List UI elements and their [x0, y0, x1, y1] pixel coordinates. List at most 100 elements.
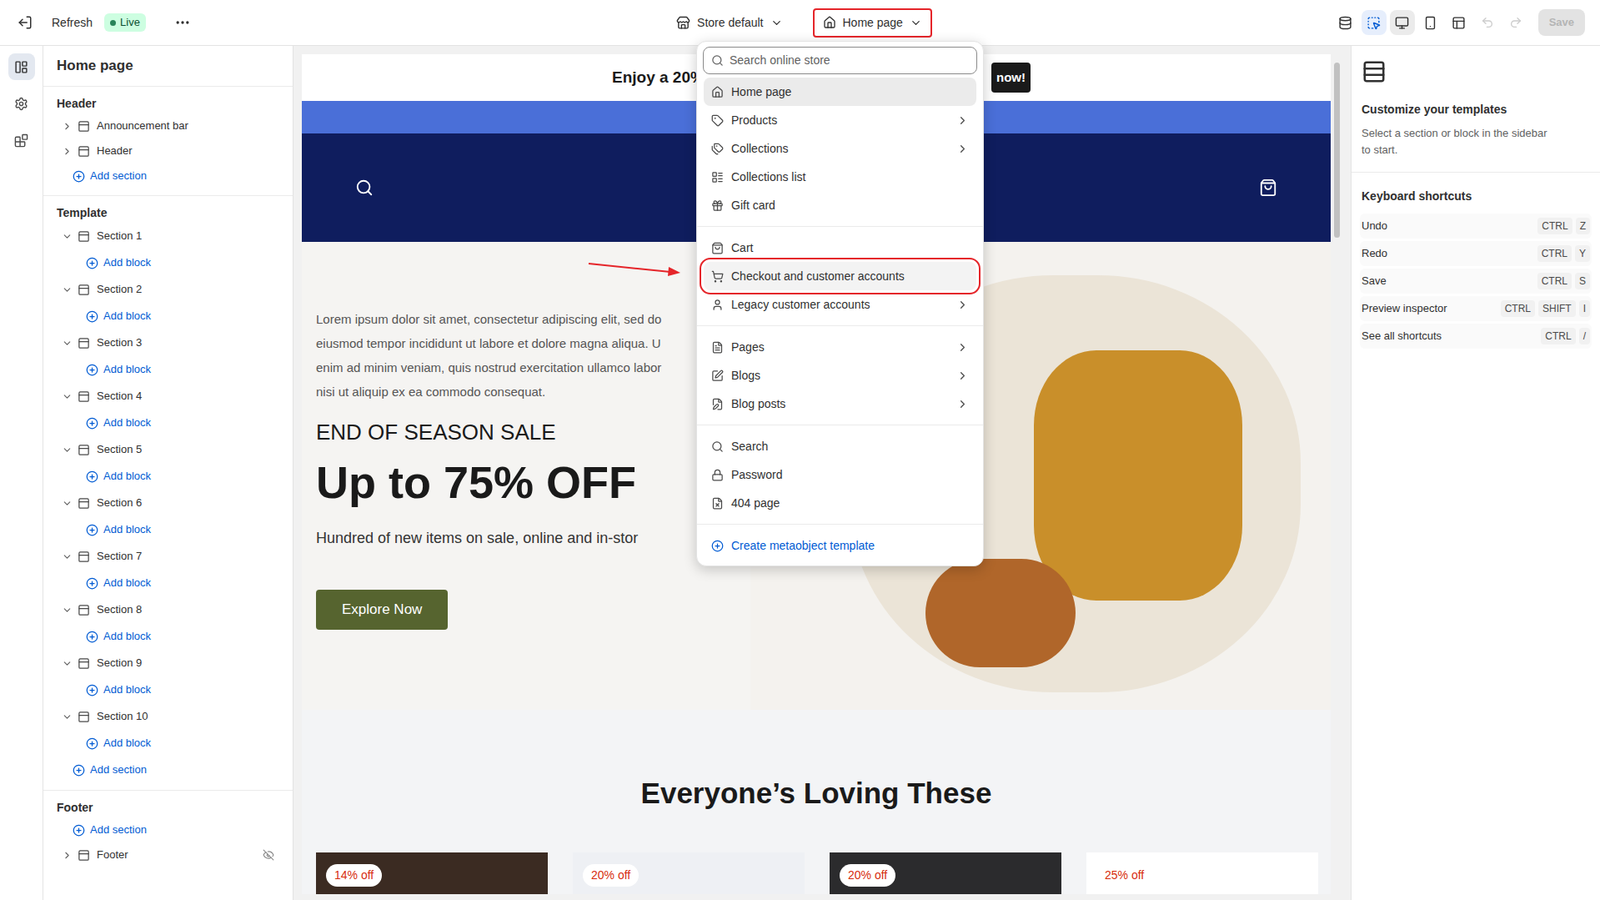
section-icon — [77, 120, 91, 133]
shortcut-row: UndoCTRLZ — [1359, 213, 1592, 239]
template-menu: Search online storeHome pageProductsColl… — [696, 40, 984, 567]
chevron-down-icon — [61, 230, 73, 242]
menu-item[interactable]: Blog posts — [703, 389, 977, 418]
sidebar-item[interactable]: Section 4 — [56, 382, 280, 410]
add-block-button[interactable]: Add block — [56, 569, 280, 597]
chevron-right-icon — [956, 114, 969, 127]
sidebar-item[interactable]: Section 6 — [56, 489, 280, 517]
save-button[interactable]: Save — [1538, 9, 1585, 36]
sidebar-item[interactable]: Footer — [56, 842, 280, 868]
hero-subtitle: Hundred of new items on sale, online and… — [315, 526, 638, 550]
add-block-button[interactable]: Add block — [56, 622, 280, 650]
shortcut-key: Z — [1575, 217, 1590, 235]
user-icon — [711, 298, 724, 311]
announcement-text: Enjoy a 20% — [611, 65, 705, 91]
announcement-button[interactable]: now! — [991, 62, 1031, 94]
rail-button[interactable] — [8, 90, 36, 117]
chevron-icon — [909, 16, 923, 30]
product-card[interactable]: 20% off — [829, 852, 1062, 894]
menu-item[interactable]: Checkout and customer accounts — [703, 261, 977, 291]
menu-divider — [697, 225, 984, 227]
history-button[interactable] — [1474, 10, 1500, 36]
sidebar-item[interactable]: Section 3 — [56, 329, 280, 357]
sidebar-item[interactable]: Section 1 — [56, 222, 280, 250]
store-icon — [676, 15, 691, 31]
search-icon[interactable] — [355, 178, 374, 197]
menu-item[interactable]: Cart — [703, 233, 977, 262]
add-section-button[interactable]: Add section — [56, 163, 280, 189]
menu-divider — [697, 325, 984, 327]
sidebar-item[interactable]: Section 2 — [56, 275, 280, 303]
shortcut-key: I — [1579, 300, 1590, 317]
menu-item[interactable]: Blogs — [703, 361, 977, 390]
sidebar-item[interactable]: Section 9 — [56, 649, 280, 677]
template-selector[interactable]: Home page — [814, 10, 931, 36]
sidebar-group: TemplateSection 1Add blockSection 2Add b… — [43, 195, 293, 791]
bag-icon — [711, 241, 724, 255]
preview-scrollbar[interactable] — [1330, 54, 1343, 894]
add-block-button[interactable]: Add block — [56, 462, 280, 490]
menu-item[interactable]: Collections list — [703, 162, 977, 191]
view-tool-button[interactable] — [1446, 10, 1472, 36]
history-button[interactable] — [1503, 10, 1529, 36]
add-block-button[interactable]: Add block — [56, 676, 280, 703]
more-button[interactable] — [174, 14, 191, 31]
section-icon — [77, 603, 91, 617]
menu-item[interactable]: Password — [703, 460, 977, 489]
section-icon — [77, 283, 91, 296]
chevron-right-icon — [61, 120, 73, 132]
refresh-button[interactable]: Refresh — [51, 14, 93, 32]
view-tool-button[interactable] — [1418, 10, 1444, 36]
add-block-button[interactable]: Add block — [56, 249, 280, 276]
add-block-button[interactable]: Add block — [56, 302, 280, 330]
sidebar-item[interactable]: Section 5 — [56, 436, 280, 463]
sidebar-item[interactable]: Header — [56, 138, 280, 164]
panel-description: Select a section or block in the sidebar… — [1361, 125, 1590, 159]
view-tool-button[interactable] — [1389, 10, 1415, 36]
plus-icon — [85, 630, 99, 643]
cart-icon[interactable] — [1258, 178, 1278, 197]
hero-button[interactable]: Explore Now — [315, 589, 448, 630]
store-selector[interactable]: Store default — [669, 10, 789, 36]
rail-button[interactable] — [8, 53, 36, 81]
menu-item[interactable]: Home page — [703, 77, 977, 106]
search-placeholder: Search online store — [729, 51, 831, 70]
add-block-button[interactable]: Add block — [56, 409, 280, 437]
theme-icon — [1338, 15, 1353, 31]
plus-icon — [85, 416, 99, 430]
undo-icon — [1480, 15, 1495, 30]
menu-item[interactable]: Gift card — [703, 190, 977, 220]
hero-eyebrow: END OF SEASON SALE — [315, 418, 557, 446]
menu-item[interactable]: Search — [703, 431, 977, 461]
add-section-button[interactable]: Add section — [56, 817, 280, 843]
sidebar-item[interactable]: Announcement bar — [56, 113, 280, 139]
view-tool-button[interactable] — [1361, 10, 1387, 36]
add-block-button[interactable]: Add block — [56, 356, 280, 383]
create-metaobject-button[interactable]: Create metaobject template — [703, 531, 977, 560]
menu-item[interactable]: Products — [703, 105, 977, 135]
not-found-icon — [711, 496, 724, 510]
blog-icon — [711, 369, 724, 382]
menu-item[interactable]: Collections — [703, 134, 977, 163]
menu-item[interactable]: Pages — [703, 332, 977, 362]
shortcut-key: S — [1574, 272, 1590, 290]
view-tool-button[interactable] — [1333, 10, 1359, 36]
sidebar-item[interactable]: Section 10 — [56, 702, 280, 730]
sidebar-item[interactable]: Section 7 — [56, 542, 280, 570]
sidebar-item[interactable]: Section 8 — [56, 596, 280, 623]
section-icon — [77, 230, 91, 243]
product-card[interactable]: 14% off — [315, 852, 548, 894]
menu-item[interactable]: Legacy customer accounts — [703, 290, 977, 319]
rail-button[interactable] — [8, 126, 36, 154]
menu-search[interactable]: Search online store — [702, 46, 978, 75]
menu-item[interactable]: 404 page — [703, 488, 977, 517]
add-block-button[interactable]: Add block — [56, 516, 280, 543]
gift-icon — [711, 199, 724, 212]
add-section-button[interactable]: Add section — [56, 756, 280, 783]
plus-icon — [72, 823, 86, 837]
exit-button[interactable] — [15, 12, 36, 33]
add-block-button[interactable]: Add block — [56, 729, 280, 757]
product-card[interactable]: 20% off — [572, 852, 805, 894]
product-card[interactable]: 25% off — [1086, 852, 1319, 894]
shortcut-key: CTRL — [1537, 272, 1572, 290]
